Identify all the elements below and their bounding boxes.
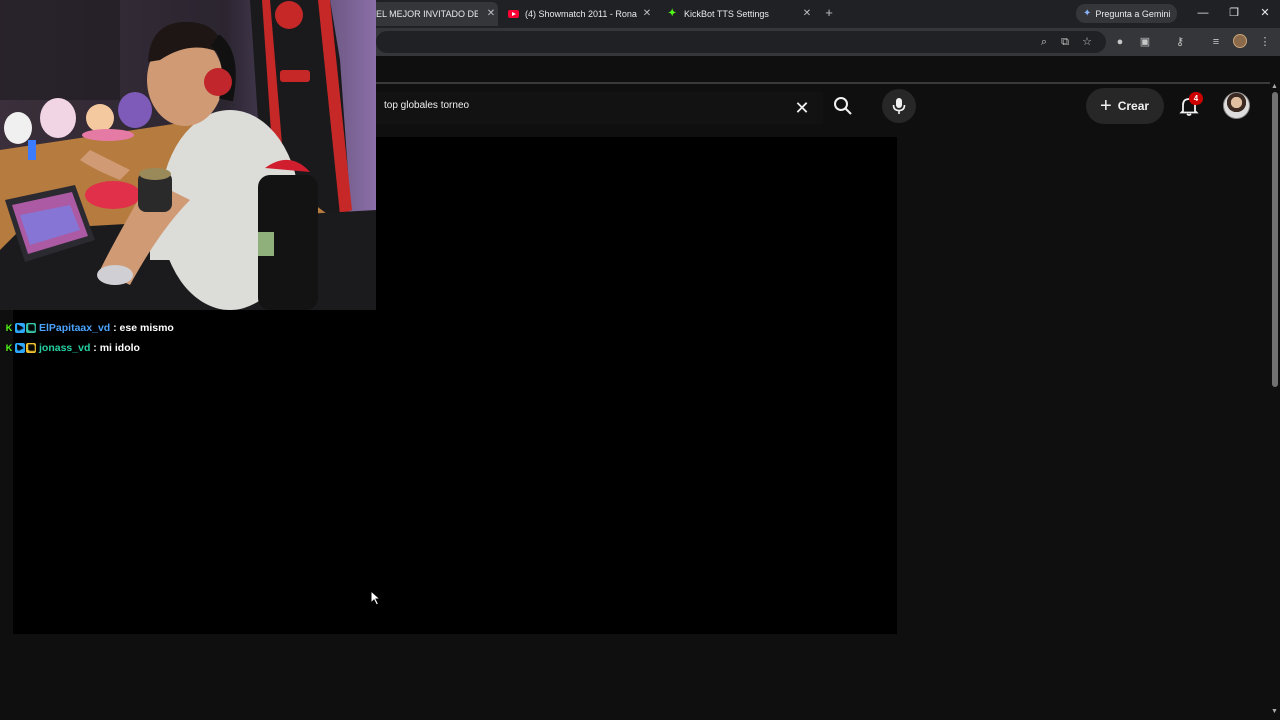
tab-kickbot[interactable]: ✦ KickBot TTS Settings ✕: [668, 2, 814, 26]
scrollbar-thumb[interactable]: [1272, 92, 1278, 387]
gemini-button[interactable]: ✦ Pregunta a Gemini: [1076, 4, 1178, 23]
chat-message: K ▶ ▦ jonass_vd : mi idolo: [4, 338, 364, 358]
streamer-webcam: [0, 0, 376, 310]
clear-search-icon[interactable]: ✕: [791, 97, 813, 119]
vip-badge-icon: ▶: [15, 343, 25, 353]
create-button[interactable]: + Crear: [1086, 88, 1164, 124]
address-bar[interactable]: [376, 31, 1106, 53]
profile-avatar[interactable]: [1233, 34, 1247, 48]
notifications-count-badge: 4: [1189, 92, 1203, 105]
chat-message: K ▶ ▦ ElPapitaax_vd : ese mismo: [4, 318, 364, 338]
mouse-cursor-icon: [370, 590, 382, 606]
search-icon: [834, 97, 852, 115]
subscriber-badge-icon: ▦: [26, 323, 36, 333]
webcam-image: [0, 0, 376, 310]
install-app-icon[interactable]: ⧉: [1057, 34, 1073, 50]
tab-close-icon[interactable]: ✕: [640, 7, 654, 21]
chat-separator: :: [110, 322, 120, 334]
tab-showmatch[interactable]: (4) Showmatch 2011 - Ronaldin ✕: [508, 2, 654, 26]
search-button[interactable]: [826, 92, 860, 120]
tab-el-mejor-invitado[interactable]: EL MEJOR INVITADO DE PA ✕: [372, 2, 498, 26]
extensions-puzzle-icon[interactable]: ▣: [1137, 34, 1153, 50]
media-control-icon[interactable]: ≡: [1208, 34, 1224, 50]
kick-badge-icon: K: [5, 343, 13, 353]
kick-favicon-icon: ✦: [668, 8, 677, 19]
search-input[interactable]: top globales torneo ✕: [376, 92, 823, 124]
extension-icon[interactable]: ●: [1112, 34, 1128, 50]
tab-close-icon[interactable]: ✕: [484, 7, 498, 21]
screen: EL MEJOR INVITADO DE PA ✕ (4) Showmatch …: [0, 0, 1280, 720]
new-tab-button[interactable]: +: [822, 6, 836, 20]
tab-label: KickBot TTS Settings: [684, 9, 769, 19]
youtube-account-avatar[interactable]: [1223, 92, 1250, 119]
browser-menu-icon[interactable]: ⋮: [1257, 34, 1273, 50]
zoom-icon[interactable]: ⌕: [1036, 34, 1052, 50]
minimize-button[interactable]: —: [1193, 4, 1213, 22]
chat-text: mi idolo: [99, 342, 140, 354]
kick-badge-icon: K: [5, 323, 13, 333]
chat-username: ElPapitaax_vd: [39, 322, 111, 334]
chat-badges: K ▶ ▦: [4, 343, 36, 353]
youtube-favicon-icon: [508, 10, 519, 18]
chat-overlay: K ▶ ▦ ElPapitaax_vd : ese mismo K ▶ ▦ jo…: [4, 318, 364, 358]
plus-icon: +: [1100, 95, 1112, 117]
vip-badge-icon: ▶: [15, 323, 25, 333]
subscriber-badge-icon: ▦: [26, 343, 36, 353]
scroll-down-arrow-icon[interactable]: ▼: [1271, 708, 1278, 715]
chat-separator: :: [90, 342, 100, 354]
create-label: Crear: [1117, 99, 1150, 113]
tab-label: EL MEJOR INVITADO DE PA: [376, 9, 478, 19]
chat-badges: K ▶ ▦: [4, 323, 36, 333]
tab-close-icon[interactable]: ✕: [800, 7, 814, 21]
bookmark-star-icon[interactable]: ☆: [1079, 34, 1095, 50]
microphone-icon: [892, 98, 906, 114]
voice-search-button[interactable]: [882, 89, 916, 123]
chat-text: ese mismo: [119, 322, 174, 334]
chat-username: jonass_vd: [39, 342, 91, 354]
scroll-up-arrow-icon[interactable]: ▲: [1271, 83, 1278, 90]
gemini-label: Pregunta a Gemini: [1095, 8, 1171, 19]
tab-label: (4) Showmatch 2011 - Ronaldin: [525, 9, 637, 19]
password-key-icon[interactable]: ⚷: [1172, 34, 1188, 50]
restore-button[interactable]: ❐: [1224, 4, 1244, 22]
gemini-spark-icon: ✦: [1083, 8, 1092, 19]
close-window-button[interactable]: ✕: [1255, 4, 1275, 22]
search-query: top globales torneo: [384, 100, 470, 111]
